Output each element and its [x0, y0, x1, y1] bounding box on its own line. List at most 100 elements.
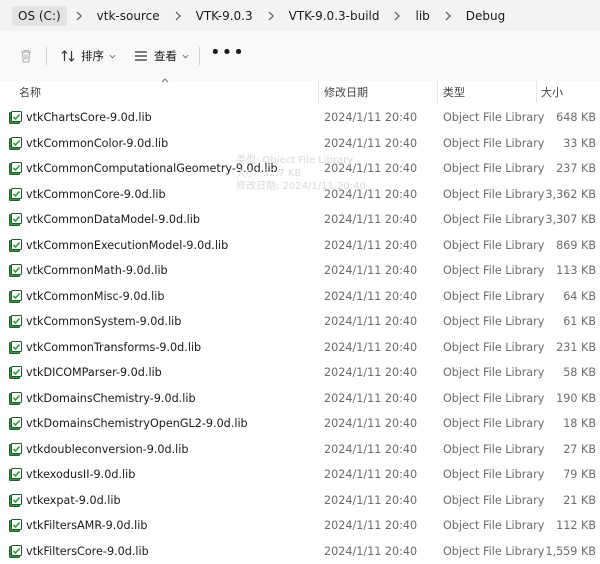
- view-button[interactable]: 查看: [133, 46, 189, 66]
- column-size[interactable]: 大小: [541, 84, 563, 100]
- file-name: vtkChartsCore-9.0d.lib: [26, 111, 152, 124]
- file-row[interactable]: vtkexpat-9.0d.lib 2024/1/11 20:40 Object F…: [0, 488, 600, 514]
- chevron-down-icon: [182, 54, 189, 59]
- file-date: 2024/1/11 20:40: [324, 137, 417, 150]
- file-row[interactable]: vtkFiltersCore-9.0d.lib2024/1/11 20:40Ob…: [0, 539, 600, 564]
- file-name: vtkFiltersCore-9.0d.lib: [26, 545, 149, 558]
- file-type: Object File Library: [443, 468, 544, 481]
- file-row[interactable]: vtkCommonTransforms-9.0d.lib 2024/1/11 20…: [0, 335, 600, 361]
- lib-file-icon: [9, 111, 22, 124]
- more-options-button[interactable]: •••: [210, 42, 245, 62]
- trash-icon: [18, 48, 34, 64]
- file-size: 61 KB: [563, 315, 596, 328]
- column-divider[interactable]: [318, 81, 319, 103]
- breadcrumb-item-vtk-903[interactable]: VTK-9.0.3: [190, 6, 259, 26]
- breadcrumb-item-vtk-build[interactable]: VTK-9.0.3-build: [283, 6, 386, 26]
- column-date[interactable]: 修改日期: [324, 84, 368, 100]
- toolbar-divider: [199, 47, 200, 65]
- column-divider[interactable]: [536, 81, 537, 103]
- file-row[interactable]: vtkDomainsChemistry-9.0d.lib 2024/1/11 20…: [0, 386, 600, 412]
- file-date: 2024/1/11 20:40: [324, 239, 417, 252]
- file-row[interactable]: vtkCommonExecutionModel-9.0d.lib2024/1/1…: [0, 233, 600, 259]
- toolbar-divider: [46, 47, 47, 65]
- sort-icon: [60, 48, 76, 64]
- file-type: Object File Library: [443, 188, 544, 201]
- file-row[interactable]: vtkCommonMath-9.0d.lib2024/1/11 20:40Obj…: [0, 258, 600, 284]
- file-type: Object File Library: [443, 545, 544, 558]
- file-name: vtkDomainsChemistry-9.0d.lib: [26, 392, 196, 405]
- breadcrumb-item-vtk-source[interactable]: vtk-source: [91, 6, 166, 26]
- chevron-down-icon: [109, 54, 116, 59]
- lib-file-icon: [9, 468, 22, 481]
- file-type: Object File Library: [443, 417, 544, 430]
- file-size: 58 KB: [563, 366, 596, 379]
- file-row[interactable]: vtkCommonDataModel-9.0d.lib2024/1/11 20:…: [0, 207, 600, 233]
- tooltip-type: 类型: Object File Library: [236, 154, 366, 167]
- file-row[interactable]: vtkDomainsChemistryOpenGL2-9.0d.lib2024/…: [0, 411, 600, 437]
- file-type: Object File Library: [443, 137, 544, 150]
- delete-button[interactable]: [18, 46, 39, 66]
- file-row[interactable]: vtkCommonMisc-9.0d.lib2024/1/11 20:40Obj…: [0, 284, 600, 310]
- file-name: vtkdoubleconversion-9.0d.lib: [26, 443, 188, 456]
- file-size: 648 KB: [556, 111, 596, 124]
- lib-file-icon: [9, 188, 22, 201]
- file-name: vtkDICOMParser-9.0d.lib: [26, 366, 162, 379]
- file-row[interactable]: vtkFiltersAMR-9.0d.lib2024/1/11 20:40Obj…: [0, 513, 600, 539]
- file-name: vtkFiltersAMR-9.0d.lib: [26, 519, 147, 532]
- breadcrumb-item-lib[interactable]: lib: [409, 6, 435, 26]
- file-row[interactable]: vtkChartsCore-9.0d.lib2024/1/11 20:40Obj…: [0, 105, 600, 131]
- file-name: vtkCommonColor-9.0d.lib: [26, 137, 168, 150]
- lib-file-icon: [9, 264, 22, 277]
- file-date: 2024/1/11 20:40: [324, 341, 417, 354]
- file-type: Object File Library: [443, 213, 544, 226]
- chevron-right-icon[interactable]: [440, 9, 456, 23]
- chevron-right-icon[interactable]: [263, 9, 279, 23]
- lib-file-icon: [9, 341, 22, 354]
- file-row[interactable]: vtkdoubleconversion-9.0d.lib2024/1/11 20…: [0, 437, 600, 463]
- lib-file-icon: [9, 162, 22, 175]
- file-size: 3,362 KB: [545, 188, 596, 201]
- file-date: 2024/1/11 20:40: [324, 290, 417, 303]
- file-name: vtkCommonMath-9.0d.lib: [26, 264, 168, 277]
- lib-file-icon: [9, 443, 22, 456]
- file-type: Object File Library: [443, 111, 544, 124]
- breadcrumb-item-debug[interactable]: Debug: [460, 6, 511, 26]
- file-date: 2024/1/11 20:40: [324, 264, 417, 277]
- file-name: vtkCommonCore-9.0d.lib: [26, 188, 166, 201]
- file-size: 112 KB: [556, 519, 596, 532]
- file-size: 27 KB: [563, 443, 596, 456]
- command-bar: 排序 查看 •••: [0, 31, 600, 82]
- column-type[interactable]: 类型: [443, 84, 465, 100]
- file-size: 190 KB: [556, 392, 596, 405]
- column-divider[interactable]: [437, 81, 438, 103]
- lib-file-icon: [9, 137, 22, 150]
- chevron-right-icon[interactable]: [170, 9, 186, 23]
- file-row[interactable]: vtkexodusII-9.0d.lib2024/1/11 20:40Objec…: [0, 462, 600, 488]
- file-size: 18 KB: [563, 417, 596, 430]
- file-date: 2024/1/11 20:40: [324, 392, 417, 405]
- file-date: 2024/1/11 20:40: [324, 494, 417, 507]
- file-name: vtkexodusII-9.0d.lib: [26, 468, 135, 481]
- file-date: 2024/1/11 20:40: [324, 417, 417, 430]
- lib-file-icon: [9, 366, 22, 379]
- file-type: Object File Library: [443, 494, 544, 507]
- file-size: 64 KB: [563, 290, 596, 303]
- lib-file-icon: [9, 519, 22, 532]
- file-type: Object File Library: [443, 519, 544, 532]
- file-row[interactable]: vtkCommonColor-9.0d.lib 2024/1/11 20:40 Ob…: [0, 131, 600, 157]
- file-name: vtkexpat-9.0d.lib: [26, 494, 121, 507]
- lib-file-icon: [9, 494, 22, 507]
- file-row[interactable]: vtkDICOMParser-9.0d.lib2024/1/11 20:40Ob…: [0, 360, 600, 386]
- column-header: 名称 修改日期 类型 大小: [0, 81, 600, 103]
- file-row[interactable]: vtkCommonSystem-9.0d.lib2024/1/11 20:40O…: [0, 309, 600, 335]
- sort-button[interactable]: 排序: [60, 46, 116, 66]
- lib-file-icon: [9, 290, 22, 303]
- file-size: 237 KB: [556, 162, 596, 175]
- file-size: 21 KB: [563, 494, 596, 507]
- chevron-right-icon[interactable]: [389, 9, 405, 23]
- chevron-right-icon[interactable]: [71, 9, 87, 23]
- column-name[interactable]: 名称: [19, 84, 41, 100]
- file-name: vtkCommonTransforms-9.0d.lib: [26, 341, 201, 354]
- breadcrumb-item-drive[interactable]: OS (C:): [12, 6, 67, 26]
- file-size: 33 KB: [563, 137, 596, 150]
